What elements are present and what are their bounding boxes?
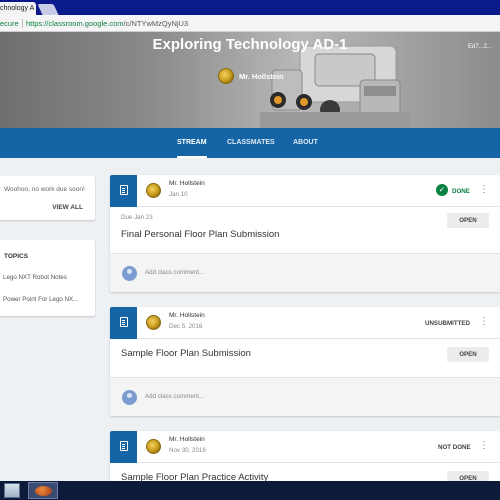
check-circle-icon: ✓	[436, 184, 448, 196]
open-button[interactable]: OPEN	[447, 347, 489, 362]
url-path: /c/NTYwMzQyNjU3	[123, 19, 189, 28]
view-all-link[interactable]: VIEW ALL	[52, 204, 83, 211]
address-bar[interactable]: ecure https://classroom.google.com/c/NTY…	[0, 15, 500, 32]
comment-input[interactable]: Add class comment...	[145, 393, 204, 400]
more-vert-icon[interactable]: ⋮	[479, 441, 489, 453]
taskbar-app-icon[interactable]	[28, 482, 58, 499]
assignment-icon	[120, 441, 128, 451]
upcoming-message: Woohoo, no work due soon!	[4, 186, 85, 193]
assignment-badge	[110, 307, 137, 339]
tab-classmates[interactable]: CLASSMATES	[227, 128, 275, 158]
teacher-name: Mr. Hollstein	[239, 71, 284, 81]
assignment-badge	[110, 431, 137, 463]
post-author: Mr. Hollstein	[169, 180, 205, 187]
teacher-chip: Mr. Hollstein	[218, 68, 284, 84]
course-banner: Exploring Technology AD-1 Mr. Hollstein …	[0, 32, 500, 128]
assignment-title[interactable]: Final Personal Floor Plan Submission	[121, 229, 279, 240]
status-badge: NOT DONE	[438, 444, 471, 451]
course-title: Exploring Technology AD-1	[152, 36, 348, 53]
status-badge: UNSUBMITTED	[425, 320, 471, 327]
teacher-avatar	[218, 68, 234, 84]
assignment-post: Mr. Hollstein Jan 10 ✓ DONE ⋮ Due Jan 23…	[110, 175, 500, 292]
assignment-icon	[120, 317, 128, 327]
user-avatar-icon	[122, 390, 137, 405]
status-badge: DONE	[452, 188, 470, 195]
tab-about[interactable]: ABOUT	[293, 128, 318, 158]
more-vert-icon[interactable]: ⋮	[479, 185, 489, 197]
assignment-icon	[120, 185, 128, 195]
post-date: Nov 30, 2016	[169, 447, 206, 454]
due-date: Due Jan 23	[121, 214, 153, 221]
file-explorer-icon[interactable]	[4, 483, 20, 498]
assignment-post: Mr. Hollstein Dec 5, 2016 UNSUBMITTED ⋮ …	[110, 307, 500, 416]
author-avatar	[146, 439, 161, 454]
comment-area: Add class comment...	[110, 253, 500, 292]
topic-link[interactable]: Lego NXT Robot Notes	[3, 274, 67, 281]
new-tab-button[interactable]	[37, 4, 59, 15]
class-nav-bar: STREAM CLASSMATES ABOUT	[0, 128, 500, 158]
open-button[interactable]: OPEN	[447, 213, 489, 228]
robot-banner-image	[260, 45, 410, 128]
tab-stream[interactable]: STREAM	[177, 128, 207, 158]
topics-heading: TOPICS	[4, 253, 29, 260]
topics-card: TOPICS Lego NXT Robot Notes Power Point …	[0, 240, 95, 316]
user-avatar-icon	[122, 266, 137, 281]
secure-indicator: ecure	[0, 19, 19, 28]
post-date: Jan 10	[169, 191, 188, 198]
browser-tab-strip: chnology A	[0, 0, 500, 15]
comment-input[interactable]: Add class comment...	[145, 269, 204, 276]
address-divider	[22, 19, 23, 28]
post-date: Dec 5, 2016	[169, 323, 203, 330]
assignment-title[interactable]: Sample Floor Plan Submission	[121, 348, 251, 359]
more-vert-icon[interactable]: ⋮	[479, 317, 489, 329]
post-header: Mr. Hollstein Jan 10 ✓ DONE ⋮	[110, 175, 500, 207]
post-author: Mr. Hollstein	[169, 436, 205, 443]
author-avatar	[146, 183, 161, 198]
post-header: Mr. Hollstein Dec 5, 2016 UNSUBMITTED ⋮	[110, 307, 500, 339]
os-taskbar	[0, 481, 500, 500]
assignment-badge	[110, 175, 137, 207]
banner-corner-text: Ed7...2...	[467, 44, 492, 50]
upcoming-card: Woohoo, no work due soon! VIEW ALL	[0, 176, 95, 220]
post-header: Mr. Hollstein Nov 30, 2016 NOT DONE ⋮	[110, 431, 500, 463]
url-text[interactable]: https://classroom.google.com/c/NTYwMzQyN…	[26, 15, 188, 32]
topic-link[interactable]: Power Point For Lego NX...	[3, 296, 78, 303]
browser-tab[interactable]: chnology A	[0, 2, 36, 15]
url-host: https://classroom.google.com	[26, 19, 124, 28]
author-avatar	[146, 315, 161, 330]
post-author: Mr. Hollstein	[169, 312, 205, 319]
comment-area: Add class comment...	[110, 377, 500, 416]
